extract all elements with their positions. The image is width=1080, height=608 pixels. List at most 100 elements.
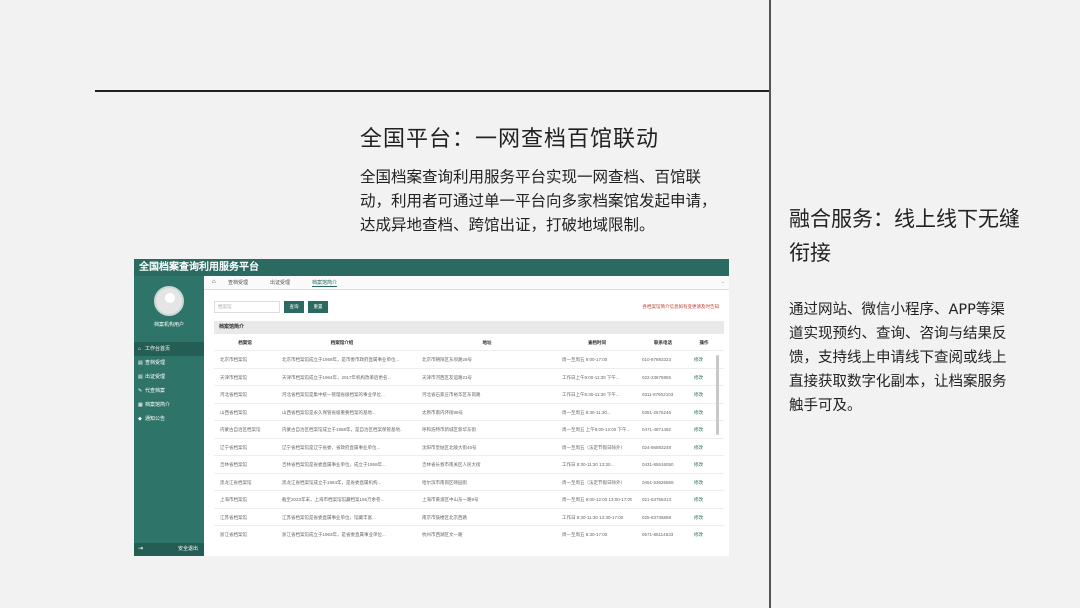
home-icon[interactable]: ⌂ xyxy=(212,279,216,285)
vertical-divider-line xyxy=(769,0,771,608)
sidebar-item-label: 查档受理 xyxy=(145,360,166,366)
sidebar-user-label: 档案机构用户 xyxy=(153,322,184,328)
bell-icon: ◆ xyxy=(138,416,142,422)
table-row: 天津市档案馆 天津市档案馆成立于1964年，2017年机构改革后更名... 天津市河… xyxy=(214,367,724,386)
table-cell: 工作日 8:30-11:30 13:30-17:00 xyxy=(562,514,624,520)
tab-collapse-icon[interactable]: ⌄ xyxy=(721,279,725,285)
query-button[interactable]: 查询 xyxy=(284,301,304,313)
table-cell: 天津市档案馆成立于1964年，2017年机构改革后更名... xyxy=(282,374,392,380)
edit-link[interactable]: 修改 xyxy=(694,410,714,416)
table-cell: 周一至周五 8:30-11:30... xyxy=(562,409,611,415)
edit-link[interactable]: 修改 xyxy=(694,480,714,486)
table-row: 吉林省档案馆 吉林省档案馆是省委直属事业单位，成立于1959年... 吉林省长春市南… xyxy=(214,455,724,473)
sidebar-item[interactable]: ◆ 通知公告 xyxy=(134,412,204,426)
table-header: 档案馆 档案馆介绍 地址 查档时间 联系电话 操作 xyxy=(214,336,724,350)
top-divider-line xyxy=(95,90,770,92)
table-cell: 周一至周五 9:00-17:00 xyxy=(562,357,608,362)
table-cell: 吉林省档案馆 xyxy=(220,462,247,467)
table-row: 浙江省档案馆 浙江省档案馆成立于1963年，是省委直属事业单位... 杭州市西湖区文… xyxy=(214,525,724,541)
table-cell: 呼和浩特市新城区新华东街 xyxy=(422,427,476,432)
sidebar-item[interactable]: ▦ 档案馆简介 xyxy=(134,398,204,412)
table-cell: 周一至周五 9:00-12:00 13:00-17:00 xyxy=(562,497,632,502)
table-row: 北京市档案馆 北京市档案馆成立于1959年，是市委市政府直属事业单位... 北京市朝… xyxy=(214,350,724,368)
table-cell: 南京市鼓楼区北京西路 xyxy=(422,514,467,520)
table-cell: 浙江省档案馆成立于1963年，是省委直属事业单位... xyxy=(282,532,386,537)
table-cell: 022-23675955 xyxy=(642,374,672,380)
archive-table: 档案馆 档案馆介绍 地址 查档时间 联系电话 操作 北京市档案馆 北京市档案馆成立… xyxy=(214,336,724,541)
table-cell: 吉林省长春市南关区人民大街 xyxy=(422,462,481,467)
table-row: 内蒙古自治区档案馆 内蒙古自治区档案馆成立于1958年，是自治区档案保管基地...… xyxy=(214,420,724,438)
table-row: 江苏省档案馆 江苏省档案馆是省委直属事业单位，馆藏丰富... 南京市鼓楼区北京西路 工… xyxy=(214,507,724,526)
edit-link[interactable]: 修改 xyxy=(694,515,714,521)
table-cell: 天津市河西区友谊路21号 xyxy=(422,374,473,380)
edit-link[interactable]: 修改 xyxy=(694,532,714,538)
app-header-title: 全国档案查询利用服务平台 xyxy=(134,259,729,276)
logout-icon: ⇥ xyxy=(138,546,144,552)
logout-button[interactable]: ⇥ 安全退出 xyxy=(134,543,204,556)
edit-link[interactable]: 修改 xyxy=(694,357,714,363)
avatar[interactable] xyxy=(154,286,184,316)
edit-link[interactable]: 修改 xyxy=(694,375,714,381)
table-cell: 周一至周五 上午9:00-12:00 下午... xyxy=(562,427,631,432)
table-cell: 010-87693323 xyxy=(642,357,672,362)
table-cell: 周一至周五（法定节假日除外） xyxy=(562,479,625,485)
tab-archive-intro[interactable]: 档案馆简介 xyxy=(312,279,338,287)
doc-icon: ▤ xyxy=(138,374,143,380)
table-cell: 江苏省档案馆 xyxy=(220,514,247,520)
table-cell: 周一至周五 8:30-17:00 xyxy=(562,532,608,537)
table-cell: 工作日上午9:00-11:30 下午... xyxy=(562,374,620,380)
column-header: 档案馆介绍 xyxy=(330,340,354,345)
table-cell: 周一至周五（法定节假日除外） xyxy=(562,444,625,450)
table-cell: 北京市档案馆 xyxy=(220,357,247,362)
table-cell: 0571-85114533 xyxy=(642,532,674,537)
edit-link[interactable]: 修改 xyxy=(694,392,714,398)
column-header: 档案馆 xyxy=(238,340,252,345)
table-row: 辽宁省档案馆 辽宁省档案馆是辽宁省委、省政府直属事业单位... 沈阳市皇姑区北陵大街… xyxy=(214,437,724,456)
column-header: 操作 xyxy=(699,340,709,345)
archive-icon: ▦ xyxy=(138,402,143,408)
table-cell: 024-86893248 xyxy=(642,444,672,450)
table-cell: 北京市朝阳区东坝路28号 xyxy=(422,357,473,362)
sidebar-item-label: 工作台首页 xyxy=(145,346,171,352)
table-cell: 021-63756313 xyxy=(642,497,672,502)
table-cell: 上海市档案馆 xyxy=(220,497,247,502)
table-cell: 0451-53626869 xyxy=(642,479,674,485)
sidebar-item[interactable]: ✎ 代查档案 xyxy=(134,384,204,398)
reset-button[interactable]: 重置 xyxy=(308,301,328,313)
sidebar-item[interactable]: ▤ 查档受理 xyxy=(134,356,204,370)
table-scrollbar[interactable] xyxy=(716,355,719,435)
logout-label: 安全退出 xyxy=(177,546,198,552)
edit-link[interactable]: 修改 xyxy=(694,445,714,451)
table-cell: 山西省档案馆是永久保管省级重要档案的基地... xyxy=(282,409,376,415)
table-cell: 河北省档案馆是集中统一管理省级档案的事业单位... xyxy=(282,392,385,397)
table-cell: 浙江省档案馆 xyxy=(220,532,247,537)
table-cell: 哈尔滨市南岗区颐园街 xyxy=(422,479,467,485)
edit-link[interactable]: 修改 xyxy=(694,427,714,433)
tab-bar: ⌂ 查档受理 出证受理 档案馆简介 ⌄ xyxy=(204,276,729,290)
table-cell: 辽宁省档案馆 xyxy=(220,444,247,450)
edit-link[interactable]: 修改 xyxy=(694,462,714,468)
tab-query-acceptance[interactable]: 查档受理 xyxy=(228,279,248,286)
sidebar-item-label: 档案馆简介 xyxy=(145,402,171,408)
right-panel-paragraph: 通过网站、微信小程序、APP等渠道实现预约、查询、咨询与结果反馈，支持线上申请线… xyxy=(789,302,1007,414)
table-cell: 内蒙古自治区档案馆 xyxy=(220,427,261,432)
table-cell: 北京市档案馆成立于1959年，是市委市政府直属事业单位... xyxy=(282,357,400,362)
sidebar: 档案机构用户 ⌂ 工作台首页 ▤ 查档受理 ▤ 出证受理 ✎ 代查档案 ▦ 档案馆简介 ◆ 通知公告 … xyxy=(134,276,204,556)
slide-intro-paragraph: 全国档案查询利用服务平台实现一网查档、百馆联动，利用者可通过单一平台向多家档案馆… xyxy=(360,168,717,234)
table-cell: 黑龙江省档案馆 xyxy=(220,479,252,485)
table-row: 山西省档案馆 山西省档案馆是永久保管省级重要档案的基地... 太原市南内环街98号 周… xyxy=(214,402,724,421)
sidebar-item[interactable]: ⌂ 工作台首页 xyxy=(134,342,204,356)
tab-certificate-acceptance[interactable]: 出证受理 xyxy=(270,279,290,286)
sidebar-item[interactable]: ▤ 出证受理 xyxy=(134,370,204,384)
table-cell: 杭州市西湖区文一路 xyxy=(422,532,463,537)
slide-headline: 全国平台：一网查档百馆联动 xyxy=(360,127,660,152)
edit-link[interactable]: 修改 xyxy=(694,497,714,503)
section-title: 档案馆简介 xyxy=(214,321,724,334)
column-header: 地址 xyxy=(482,340,492,345)
table-cell: 截至2023年末，上海市档案馆馆藏档案155万余卷... xyxy=(282,497,385,502)
archive-search-input[interactable]: 档案馆 xyxy=(214,301,280,313)
table-cell: 太原市南内环街98号 xyxy=(422,409,464,415)
column-header: 联系电话 xyxy=(654,340,672,345)
doc-icon: ▤ xyxy=(138,360,143,366)
table-cell: 工作日上午8:30-11:30 下午... xyxy=(562,392,620,397)
